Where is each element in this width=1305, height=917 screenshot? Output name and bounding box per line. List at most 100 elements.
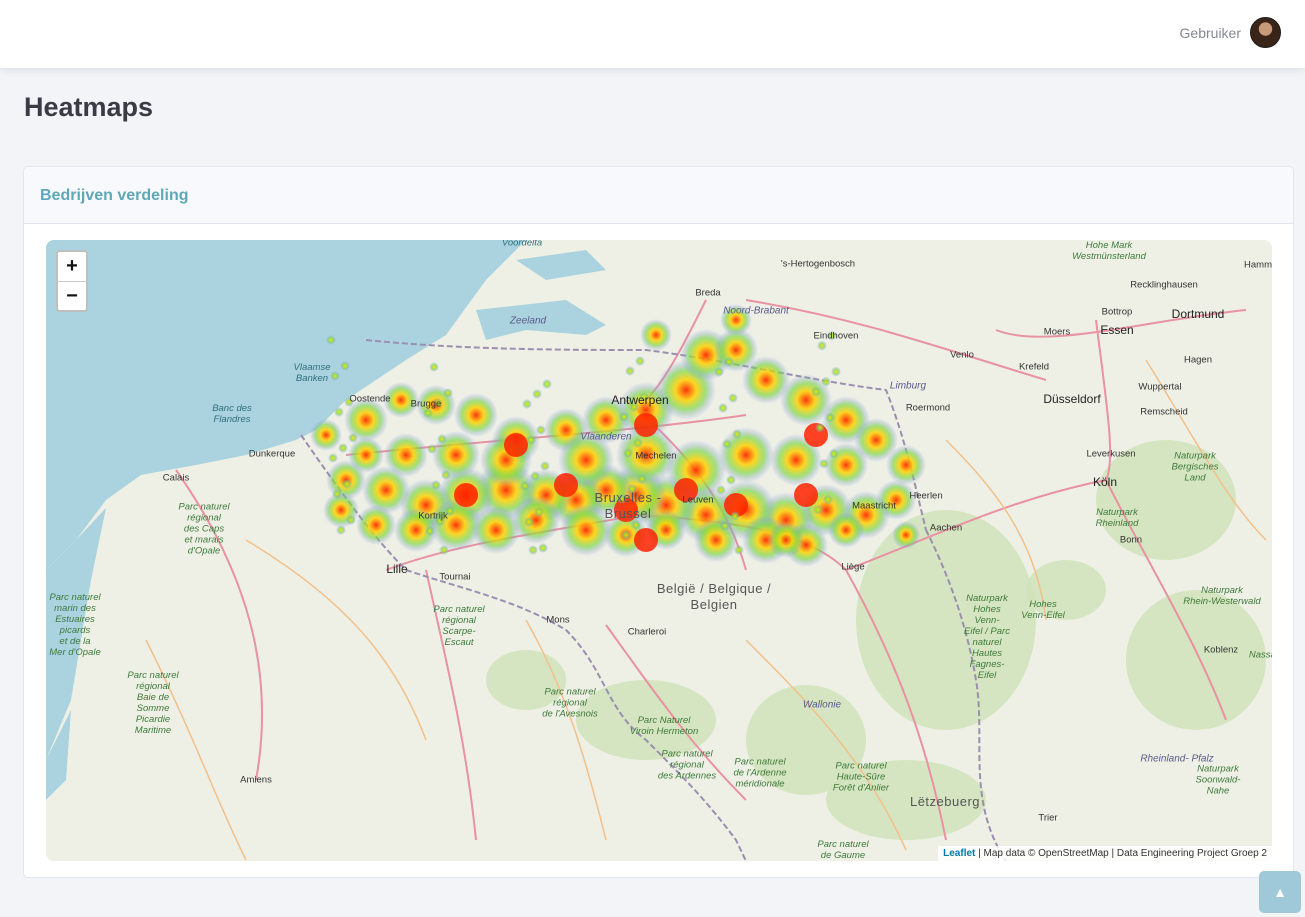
heat-dot-27 [625,366,635,376]
map-label-vlaanderen: Vlaanderen [580,431,632,443]
map-label-oostende: Oostende [349,393,391,405]
zoom-in-button[interactable]: + [58,252,86,281]
map-label-bonn: Bonn [1119,534,1143,546]
heat-dot-20 [526,435,536,445]
map-label-eindhoven: Eindhoven [813,330,859,342]
map-label-mechelen: Mechelen [635,450,677,462]
map-label-essen: Essen [1100,323,1134,337]
heat-dot-21 [623,448,633,458]
heat-dot-8 [522,399,532,409]
leaflet-link[interactable]: Leaflet [943,848,975,859]
topbar: Gebruiker [0,0,1305,68]
map-label-parc-gaume: Parc naturel de Gaume [817,839,869,861]
heat-dot-55 [441,470,451,480]
chevron-up-icon: ▲ [1273,884,1287,900]
heat-blob-38 [512,496,560,544]
card-title: Bedrijven verdeling [40,187,189,204]
heat-core-0 [634,413,658,437]
map-label-naturpark-rheinland: Naturpark Rheinland [1095,507,1139,529]
user-name[interactable]: Gebruiker [1180,25,1241,41]
heatmap-card: Bedrijven verdeling Voordelta 's-Hertogen… [23,166,1294,878]
avatar[interactable] [1250,17,1281,48]
map-label-parc-estuaires: Parc naturel marin des Estuaires picards… [49,592,101,658]
map-label-remscheid: Remscheid [1140,406,1188,418]
map-label-wallonie: Wallonie [802,699,842,711]
map-label-parc-baie: Parc naturel régional Baie de Somme Pica… [127,670,179,736]
map-label-lille: Lille [386,562,408,576]
heat-dot-4 [714,367,724,377]
heat-core-1 [504,433,528,457]
heat-blob-50 [718,427,774,483]
map-label-roermond: Roermond [905,402,951,414]
heat-blob-59 [892,521,920,549]
map-label-nassau: Nassau [1248,649,1272,661]
heat-dot-41 [823,494,833,505]
heat-dot-17 [815,422,825,433]
map-label-heerlen: Heerlen [909,490,943,502]
heat-dot-56 [538,543,548,553]
heat-core-7 [794,483,818,507]
heat-dot-47 [825,412,835,423]
heat-dot-10 [716,485,726,495]
heat-core-4 [454,483,478,507]
heat-dot-18 [332,489,342,499]
road-12 [745,299,1047,381]
heat-core-8 [634,528,658,552]
map-label-brussel: Bruxelles - Brussel [594,490,662,521]
heat-blob-54 [384,433,428,477]
heat-blob-34 [356,505,396,545]
heat-blob-16 [886,445,926,485]
heat-dot-57 [635,356,645,366]
heat-dot-15 [621,530,631,540]
heat-dot-2 [520,481,530,491]
map-label-mons: Mons [546,614,570,626]
card-header: Bedrijven verdeling [24,167,1293,224]
map-label-hohes-venn: Hohes Venn-Eifel [1021,599,1065,621]
heat-dot-65 [831,366,841,377]
heat-dot-64 [734,545,744,555]
scroll-to-top-button[interactable]: ▲ [1259,871,1301,913]
map-label-aachen: Aachen [929,522,963,534]
heat-dot-25 [431,480,441,490]
user-menu[interactable]: Gebruiker [1180,17,1281,48]
map-label-dortmund: Dortmund [1171,307,1225,321]
heat-dot-22 [720,521,730,531]
map-label-trier: Trier [1038,812,1058,824]
heat-dot-16 [718,403,728,413]
page-title: Heatmaps [24,92,154,122]
map-label-parc-haute-sure: Parc naturel Haute-Sûre Forêt d'Anlier [832,760,890,794]
map-label-venlo: Venlo [950,349,974,361]
map-label-hohe-mark: Hohe Mark Westmünsterland [1072,240,1146,262]
map-label-voordelta: Voordelta [501,240,543,249]
heatmap-map[interactable]: Voordelta 's-Hertogenbosch Hohe Mark Westm… [46,240,1272,861]
map-label-belgie: België / Belgique / Belgien [656,581,772,612]
heat-dot-42 [340,361,350,371]
heat-dot-13 [427,444,437,454]
heat-dot-19 [429,362,439,372]
zoom-out-button[interactable]: − [58,281,86,310]
heat-dot-62 [540,461,550,471]
heat-dot-38 [532,389,542,399]
zoom-control: + − [56,250,88,312]
map-label-breda: Breda [695,287,721,299]
map-label-koblenz: Koblenz [1203,644,1239,656]
map-attribution: Leaflet | Map data © OpenStreetMap | Dat… [938,846,1272,861]
map-label-naturpark-soonwald: Naturpark Soonwald- Nahe [1195,763,1241,797]
map-label-moers: Moers [1043,326,1071,338]
heat-blob-0 [310,419,342,451]
map-label-brugge: Brugge [410,398,442,410]
map-label-vlaamse-banken: Vlaamse Banken [293,362,331,384]
heat-dot-36 [338,443,348,453]
heat-dot-46 [728,393,738,403]
map-label-bottrop: Bottrop [1101,306,1133,318]
map-label-naturpark-hohes: Naturpark Hohes Venn- Eifel / Parc natur… [964,593,1010,681]
heat-blob-58 [768,522,804,558]
heat-dot-49 [439,545,449,555]
map-label-parc-ardenne-meridionale: Parc naturel de l'Ardenne méridionale [733,756,787,790]
map-label-dusseldorf: Düsseldorf [1043,392,1101,406]
map-label-hertogenbosch: 's-Hertogenbosch [780,258,856,270]
map-label-recklinghausen: Recklinghausen [1130,279,1198,291]
heat-dot-61 [443,388,453,398]
heat-dot-40 [726,475,736,485]
map-label-amiens: Amiens [240,774,272,786]
